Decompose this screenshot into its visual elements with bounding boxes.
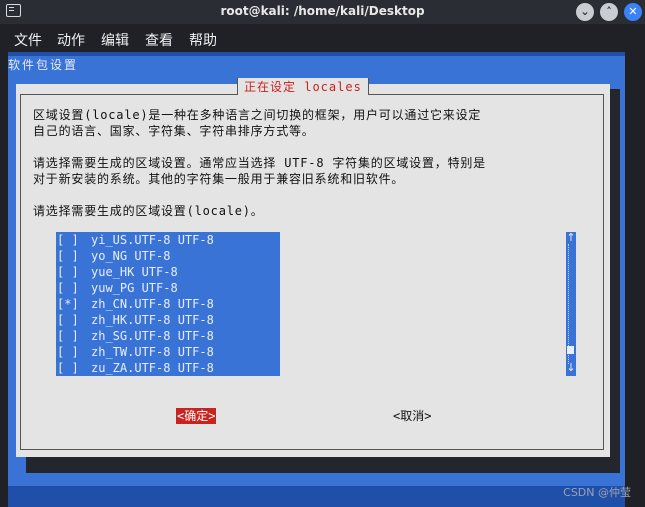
terminal-area[interactable]: 软件包设置 正在设定 locales 区域设置(locale)是一种在多种语言之…	[0, 52, 645, 507]
minimize-button[interactable]: ⌄	[576, 3, 594, 21]
menu-edit[interactable]: 编辑	[101, 30, 129, 50]
locale-name: yuw_PG UTF-8	[91, 281, 178, 295]
locale-name: zh_CN.UTF-8 UTF-8	[91, 297, 214, 311]
window-title: root@kali: /home/kali/Desktop	[220, 4, 425, 18]
locale-checkbox[interactable]: [ ]	[56, 344, 91, 360]
select-prompt: 请选择需要生成的区域设置(locale)。	[33, 204, 264, 218]
background-title: 软件包设置	[8, 58, 79, 72]
close-button[interactable]: ✕	[624, 3, 642, 21]
scroll-thumb[interactable]	[567, 346, 574, 354]
locale-item[interactable]: [ ] zh_TW.UTF-8 UTF-8	[56, 344, 280, 360]
advice-line-1: 请选择需要生成的区域设置。通常应当选择 UTF-8 字符集的区域设置，特别是	[33, 156, 486, 170]
locale-item[interactable]: [ ] zh_HK.UTF-8 UTF-8	[56, 312, 280, 328]
locale-checkbox[interactable]: [ ]	[56, 328, 91, 344]
locale-item[interactable]: [ ] zu_ZA.UTF-8 UTF-8	[56, 360, 280, 376]
locale-list[interactable]: [ ] yi_US.UTF-8 UTF-8 [ ] yo_NG UTF-8 [ ] y…	[56, 232, 280, 376]
menu-file[interactable]: 文件	[14, 30, 42, 50]
menubar: 文件 动作 编辑 查看 帮助	[0, 24, 645, 52]
locales-dialog: 正在设定 locales 区域设置(locale)是一种在多种语言之间切换的框架…	[16, 78, 610, 457]
locale-item[interactable]: [ ] yi_US.UTF-8 UTF-8	[56, 232, 280, 248]
locale-checkbox[interactable]: [ ]	[56, 312, 91, 328]
intro-line-2: 自己的语言、国家、字符集、字符串排序方式等。	[33, 124, 315, 138]
watermark: CSDN @仲莹	[563, 486, 631, 499]
locale-item[interactable]: [ ] zh_SG.UTF-8 UTF-8	[56, 328, 280, 344]
advice-line-2: 对于新安装的系统。其他的字符集一般用于兼容旧系统和旧软件。	[33, 172, 405, 186]
maximize-button[interactable]: ˄	[600, 3, 618, 21]
locale-name: yo_NG UTF-8	[91, 249, 171, 263]
locale-name: zh_HK.UTF-8 UTF-8	[91, 313, 214, 327]
menu-help[interactable]: 帮助	[189, 30, 217, 50]
locale-item[interactable]: [ ] yue_HK UTF-8	[56, 264, 280, 280]
locale-checkbox[interactable]: [ ]	[56, 280, 91, 296]
locale-name: yue_HK UTF-8	[91, 265, 178, 279]
locale-name: zu_ZA.UTF-8 UTF-8	[91, 361, 214, 375]
locale-checkbox[interactable]: [ ]	[56, 360, 91, 376]
locale-checkbox[interactable]: [ ]	[56, 232, 91, 248]
intro-line-1: 区域设置(locale)是一种在多种语言之间切换的框架，用户可以通过它来设定	[33, 108, 482, 122]
locale-name: zh_TW.UTF-8 UTF-8	[91, 345, 214, 359]
scroll-up-icon[interactable]: ↑	[566, 232, 576, 244]
terminal-left-edge	[0, 52, 8, 507]
locale-item[interactable]: [ ] yuw_PG UTF-8	[56, 280, 280, 296]
cancel-button[interactable]: <取消>	[392, 408, 432, 424]
list-scrollbar[interactable]: ↑ ↓	[566, 232, 576, 376]
locale-checkbox[interactable]: [ ]	[56, 264, 91, 280]
dialog-title: 正在设定 locales	[237, 78, 369, 95]
ok-button[interactable]: <确定>	[176, 408, 217, 424]
locale-item[interactable]: [ ] yo_NG UTF-8	[56, 248, 280, 264]
menu-action[interactable]: 动作	[57, 30, 85, 50]
locale-name: zh_SG.UTF-8 UTF-8	[91, 329, 214, 343]
locale-checkbox[interactable]: [ ]	[56, 248, 91, 264]
scroll-down-icon[interactable]: ↓	[566, 362, 576, 374]
locale-name: yi_US.UTF-8 UTF-8	[91, 233, 214, 247]
window-titlebar: root@kali: /home/kali/Desktop ⌄ ˄ ✕	[0, 0, 645, 24]
dialog-shadow	[26, 457, 620, 473]
menu-view[interactable]: 查看	[145, 30, 173, 50]
terminal-right-edge	[625, 52, 645, 507]
dialog-shadow-right	[609, 89, 620, 473]
locale-item[interactable]: [*] zh_CN.UTF-8 UTF-8	[56, 296, 280, 312]
locale-checkbox[interactable]: [*]	[56, 296, 91, 312]
